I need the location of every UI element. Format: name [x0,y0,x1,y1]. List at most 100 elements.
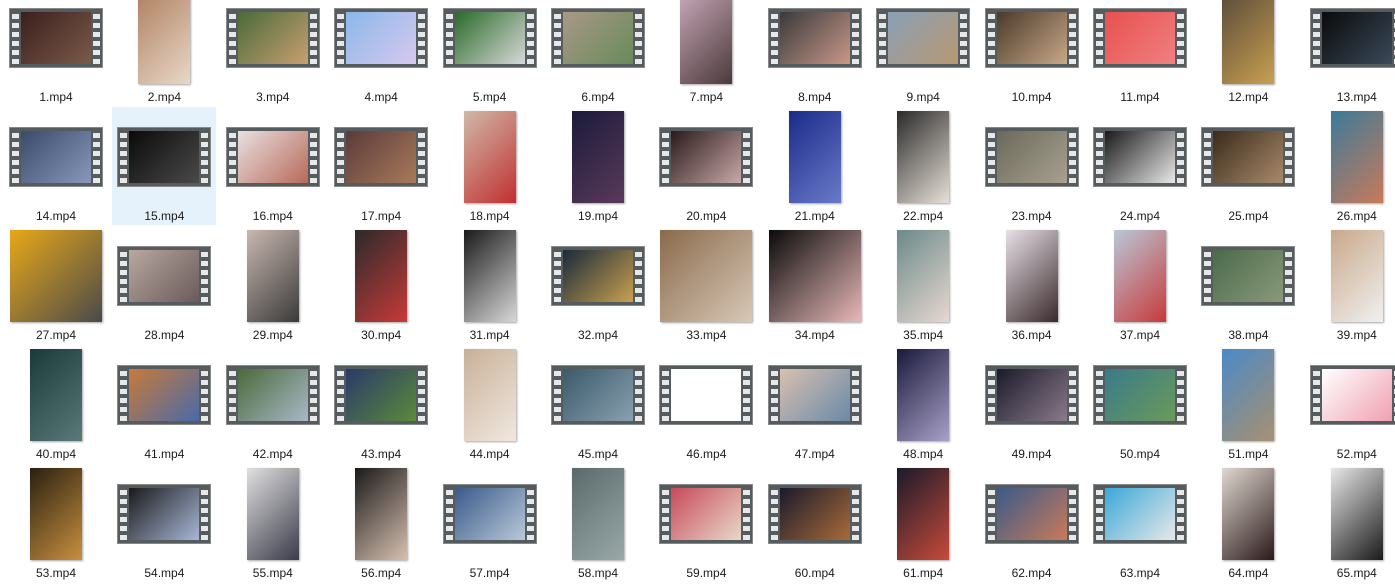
file-item[interactable]: 60.mp4 [763,464,867,582]
file-item[interactable]: 39.mp4 [1305,226,1395,344]
file-item[interactable]: 55.mp4 [221,464,325,582]
file-name: 56.mp4 [361,566,402,580]
file-item[interactable]: 53.mp4 [4,464,108,582]
file-item[interactable]: 54.mp4 [112,464,216,582]
video-thumbnail [546,345,650,445]
file-item[interactable]: 64.mp4 [1196,464,1300,582]
file-item[interactable]: 28.mp4 [112,226,216,344]
file-item[interactable]: 51.mp4 [1196,345,1300,463]
file-item[interactable]: 43.mp4 [329,345,433,463]
video-thumbnail [654,107,758,207]
file-item[interactable]: 15.mp4 [112,107,217,225]
file-name: 40.mp4 [35,447,77,461]
file-item[interactable]: 34.mp4 [763,226,867,344]
file-item[interactable]: 1.mp4 [4,0,108,106]
file-item[interactable]: 30.mp4 [329,226,433,344]
video-frame-image [572,111,624,203]
video-frame-image [246,230,299,322]
file-item[interactable]: 37.mp4 [1088,226,1192,344]
file-item[interactable]: 33.mp4 [654,226,758,344]
film-strip-frame [985,9,1078,67]
file-item[interactable]: 35.mp4 [871,226,975,344]
file-item[interactable]: 61.mp4 [871,464,975,582]
file-item[interactable]: 48.mp4 [871,345,975,463]
file-item[interactable]: 10.mp4 [980,0,1084,106]
file-item[interactable]: 27.mp4 [4,226,108,344]
file-item[interactable]: 17.mp4 [329,107,433,225]
file-item[interactable]: 3.mp4 [221,0,325,106]
video-frame-image [1330,230,1383,322]
video-thumbnail [329,345,433,445]
file-item[interactable]: 11.mp4 [1088,0,1192,106]
file-item[interactable]: 4.mp4 [329,0,433,106]
film-strip-frame [1310,366,1395,424]
video-frame-image [768,230,861,322]
file-item[interactable]: 12.mp4 [1196,0,1300,106]
file-item[interactable]: 52.mp4 [1305,345,1395,463]
file-item[interactable]: 50.mp4 [1088,345,1192,463]
file-item[interactable]: 44.mp4 [438,345,542,463]
file-item[interactable]: 13.mp4 [1305,0,1395,106]
video-frame-image [1330,111,1383,203]
file-item[interactable]: 65.mp4 [1305,464,1395,582]
video-thumbnail [112,0,216,88]
film-strip-frame [443,9,536,67]
file-name: 10.mp4 [1011,90,1052,104]
film-strip-frame [335,366,428,424]
file-item[interactable]: 21.mp4 [763,107,867,225]
file-item[interactable]: 19.mp4 [546,107,650,225]
file-item[interactable]: 40.mp4 [4,345,108,463]
video-thumbnail [980,345,1084,445]
file-item[interactable]: 57.mp4 [438,464,542,582]
file-item[interactable]: 62.mp4 [980,464,1084,582]
file-item[interactable]: 6.mp4 [546,0,650,106]
file-name: 28.mp4 [144,328,185,342]
file-item[interactable]: 8.mp4 [763,0,867,106]
file-item[interactable]: 25.mp4 [1196,107,1300,225]
film-strip-frame [335,9,428,67]
video-thumbnail [1196,464,1300,564]
file-item[interactable]: 9.mp4 [871,0,975,106]
file-item[interactable]: 24.mp4 [1088,107,1192,225]
file-name: 61.mp4 [903,566,944,580]
file-name: 39.mp4 [1336,328,1377,342]
file-item[interactable]: 2.mp4 [112,0,216,106]
file-item[interactable]: 58.mp4 [546,464,650,582]
file-item[interactable]: 29.mp4 [221,226,325,344]
video-thumbnail [546,464,650,564]
file-name: 2.mp4 [147,90,182,104]
file-item[interactable]: 23.mp4 [980,107,1084,225]
file-item[interactable]: 26.mp4 [1305,107,1395,225]
file-name: 47.mp4 [794,447,835,461]
video-frame-image [1321,369,1392,421]
file-item[interactable]: 20.mp4 [654,107,758,225]
video-thumbnail [112,345,216,445]
file-item[interactable]: 18.mp4 [438,107,542,225]
file-name: 48.mp4 [903,447,944,461]
file-item[interactable]: 14.mp4 [4,107,108,225]
file-item[interactable]: 63.mp4 [1088,464,1192,582]
video-frame-image [237,12,308,64]
video-thumbnail [4,107,108,207]
video-frame-image [1330,468,1383,560]
file-item[interactable]: 56.mp4 [329,464,433,582]
file-item[interactable]: 22.mp4 [871,107,975,225]
file-item[interactable]: 38.mp4 [1196,226,1300,344]
file-name: 55.mp4 [252,566,293,580]
file-item[interactable]: 46.mp4 [654,345,758,463]
file-item[interactable]: 32.mp4 [546,226,650,344]
video-thumbnail [221,464,325,564]
file-item[interactable]: 7.mp4 [654,0,758,106]
file-item[interactable]: 31.mp4 [438,226,542,344]
video-frame-image [129,488,200,540]
file-item[interactable]: 16.mp4 [221,107,325,225]
file-item[interactable]: 49.mp4 [980,345,1084,463]
file-item[interactable]: 47.mp4 [763,345,867,463]
file-item[interactable]: 42.mp4 [221,345,325,463]
file-item[interactable]: 36.mp4 [980,226,1084,344]
file-item[interactable]: 59.mp4 [654,464,758,582]
file-item[interactable]: 45.mp4 [546,345,650,463]
file-grid: 1.mp4 2.mp4 3.mp4 4.mp4 5.mp4 6.mp4 7.mp4 8.mp4… [0,0,1395,587]
file-item[interactable]: 41.mp4 [112,345,216,463]
file-item[interactable]: 5.mp4 [438,0,542,106]
